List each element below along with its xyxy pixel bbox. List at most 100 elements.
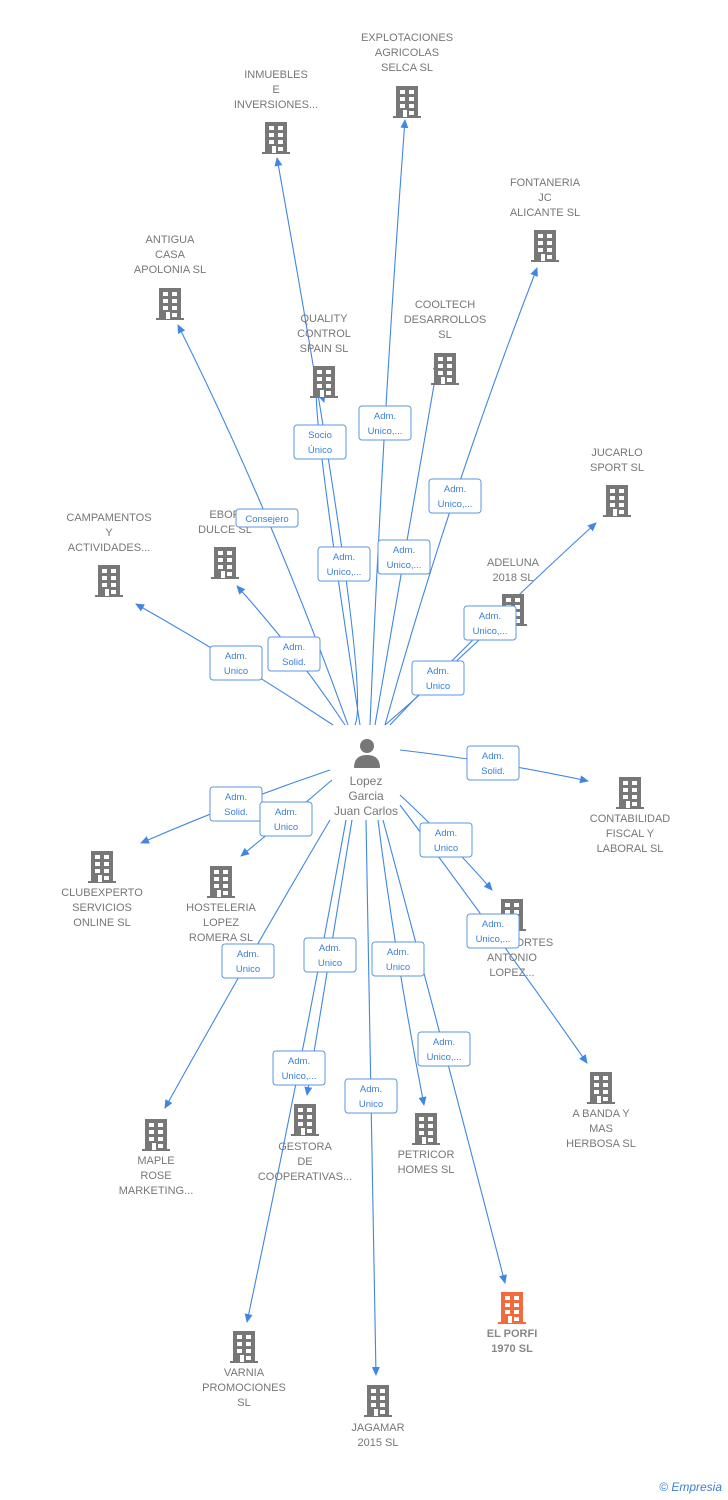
company-node[interactable]: JUCARLO SPORT SL	[590, 447, 644, 517]
company-name: ANTIGUA	[146, 234, 196, 246]
edge-label[interactable]: Adm. Unico	[259, 801, 313, 837]
edge-label[interactable]: Adm. Unico	[419, 822, 473, 858]
footer-brand[interactable]: © Empresia	[659, 1480, 722, 1494]
company-name: GESTORA	[278, 1141, 332, 1153]
company-name: JC	[538, 192, 552, 204]
company-node[interactable]: EL PORFI 1970 SL	[487, 1292, 538, 1355]
edge-label[interactable]: Adm. Unico,...	[417, 1031, 471, 1067]
edge-label-text: Unico,...	[438, 499, 473, 510]
building-icon	[498, 1292, 526, 1324]
edge-label[interactable]: Consejero	[235, 508, 299, 528]
company-node[interactable]: MAPLE ROSE MARKETING...	[119, 1119, 194, 1197]
edge-label-text: Solid.	[481, 766, 505, 777]
company-node[interactable]: CONTABILIDAD FISCAL Y LABORAL SL	[590, 777, 671, 855]
edge-label[interactable]: Adm. Unico,...	[466, 913, 520, 949]
edge-label[interactable]: Adm. Unico,...	[377, 539, 431, 575]
edge-label-text: Adm.	[482, 751, 504, 762]
edge-label[interactable]: Adm. Unico,...	[358, 405, 412, 441]
edge-label-text: Adm.	[319, 943, 341, 954]
edge-label-text: Solid.	[224, 807, 248, 818]
edge-label-text: Adm.	[482, 919, 504, 930]
company-name: SL	[438, 329, 451, 341]
company-node[interactable]: JAGAMAR 2015 SL	[351, 1385, 405, 1449]
company-name: EXPLOTACIONES	[361, 32, 453, 44]
company-node[interactable]: QUALITY CONTROL SPAIN SL	[297, 313, 351, 398]
edge-label[interactable]: Adm. Unico,...	[463, 605, 517, 641]
edge-label[interactable]: Adm. Solid.	[267, 636, 321, 672]
building-icon	[156, 288, 184, 320]
edge-label[interactable]: Adm. Unico	[209, 645, 263, 681]
company-node[interactable]: GESTORA DE COOPERATIVAS...	[258, 1104, 352, 1183]
company-name: ANTONIO	[487, 952, 537, 964]
edge-label-text: Unico	[434, 843, 458, 854]
edge-label-text: Unico,...	[282, 1071, 317, 1082]
edge-label-text: Adm.	[333, 552, 355, 563]
edge-label[interactable]: Adm. Unico	[411, 660, 465, 696]
edge-label-text: Socio	[308, 430, 332, 441]
edge-label-text: Unico,...	[476, 934, 511, 945]
edge-label-text: Unico	[386, 962, 410, 973]
company-name: HERBOSA SL	[566, 1138, 636, 1150]
company-name: CONTROL	[297, 328, 351, 340]
edge-label-text: Adm.	[444, 484, 466, 495]
building-icon	[603, 485, 631, 517]
building-icon	[431, 353, 459, 385]
company-node[interactable]: VARNIA PROMOCIONES SL	[202, 1331, 286, 1409]
company-node[interactable]: HOSTELERIA LOPEZ ROMERA SL	[186, 866, 257, 944]
edge-label[interactable]: Adm. Solid.	[209, 786, 263, 822]
company-node[interactable]: CLUBEXPERTO SERVICIOS ONLINE SL	[61, 851, 143, 929]
company-name: DESARROLLOS	[404, 314, 487, 326]
person-name: Garcia	[348, 789, 384, 803]
company-name: MARKETING...	[119, 1185, 194, 1197]
company-name: E	[272, 84, 279, 96]
edge-label-text: Adm.	[427, 666, 449, 677]
edge-label-text: Unico,...	[427, 1052, 462, 1063]
edge-label-text: Adm.	[433, 1037, 455, 1048]
copyright-symbol: ©	[659, 1480, 668, 1494]
edge-label[interactable]: Adm. Unico	[221, 943, 275, 979]
company-node[interactable]: ANTIGUA CASA APOLONIA SL	[134, 234, 206, 320]
company-name: SERVICIOS	[72, 902, 132, 914]
edge-label[interactable]: Adm. Unico	[344, 1078, 398, 1114]
company-name: CASA	[155, 249, 186, 261]
edge-label-text: Unico	[236, 964, 260, 975]
edge-label[interactable]: Socio Único	[293, 424, 347, 460]
company-node[interactable]: EXPLOTACIONES AGRICOLAS SELCA SL	[361, 32, 453, 118]
edge-label-text: Único	[308, 445, 332, 456]
edge-label-text: Consejero	[245, 514, 288, 525]
company-name: ONLINE SL	[73, 917, 130, 929]
company-node[interactable]: FONTANERIA JC ALICANTE SL	[510, 177, 581, 262]
edge-label-text: Unico	[318, 958, 342, 969]
company-name: CONTABILIDAD	[590, 813, 671, 825]
building-icon	[95, 565, 123, 597]
network-graph: EXPLOTACIONES AGRICOLAS SELCA SL INMUEBLES E…	[61, 32, 671, 1449]
edge-label-text: Adm.	[288, 1056, 310, 1067]
edge-label[interactable]: Adm. Solid.	[466, 745, 520, 781]
company-name: SELCA SL	[381, 62, 433, 74]
edge-label-text: Adm.	[225, 792, 247, 803]
company-name: COOLTECH	[415, 299, 475, 311]
company-node[interactable]: COOLTECH DESARROLLOS SL	[404, 299, 487, 385]
edge-label[interactable]: Adm. Unico	[371, 941, 425, 977]
company-node[interactable]: INMUEBLES E INVERSIONES...	[234, 69, 318, 154]
company-node[interactable]: A BANDA Y MAS HERBOSA SL	[566, 1072, 636, 1150]
edge-label[interactable]: Adm. Unico,...	[317, 546, 371, 582]
company-name: MAPLE	[137, 1155, 174, 1167]
center-person[interactable]: LopezGarciaJuan Carlos	[334, 739, 398, 818]
company-name: ACTIVIDADES...	[68, 542, 151, 554]
edge-label[interactable]: Adm. Unico	[303, 937, 357, 973]
edge-label-text: Unico	[359, 1099, 383, 1110]
company-name: LABORAL SL	[597, 843, 664, 855]
company-name: CLUBEXPERTO	[61, 887, 143, 899]
company-node[interactable]: PETRICOR HOMES SL	[398, 1113, 455, 1176]
edge-label[interactable]: Adm. Unico,...	[428, 478, 482, 514]
company-name: ROMERA SL	[189, 932, 253, 944]
edge-label-text: Unico	[274, 822, 298, 833]
edge-label-text: Adm.	[360, 1084, 382, 1095]
building-icon	[616, 777, 644, 809]
edge-label[interactable]: Adm. Unico,...	[272, 1050, 326, 1086]
company-node[interactable]: CAMPAMENTOS Y ACTIVIDADES...	[66, 512, 152, 597]
company-name: INVERSIONES...	[234, 99, 318, 111]
company-name: ADELUNA	[487, 557, 540, 569]
company-name: APOLONIA SL	[134, 264, 206, 276]
